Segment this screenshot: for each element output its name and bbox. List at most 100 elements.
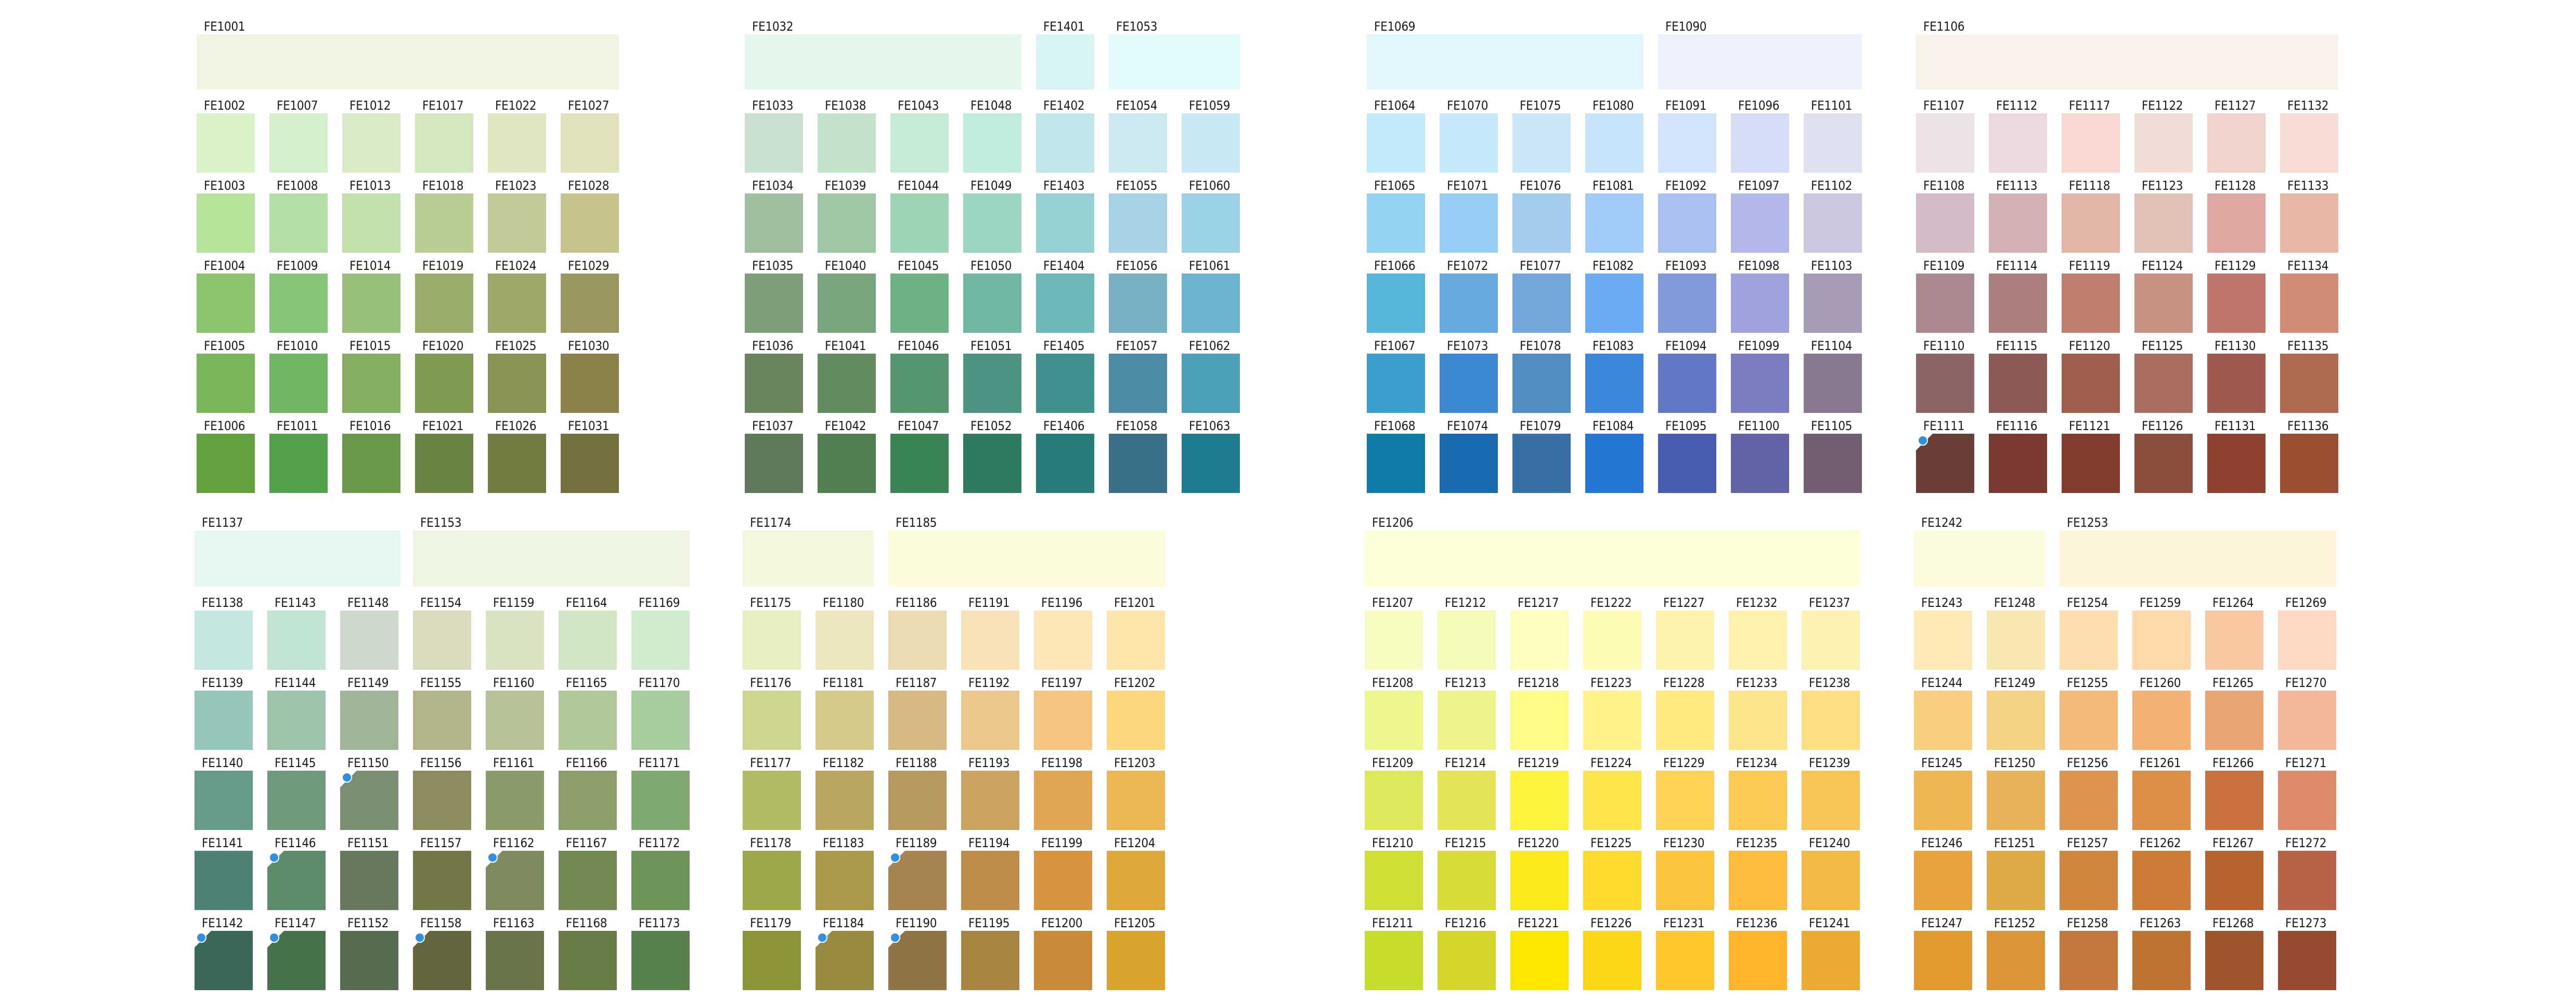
chip-code-label: FE1040 xyxy=(825,258,866,273)
color-chip-fe1220: FE1220 xyxy=(1510,835,1569,910)
color-chip-fe1034: FE1034 xyxy=(745,178,803,253)
color-chip-fe1146: FE1146 xyxy=(267,835,326,910)
color-chip-fe1217: FE1217 xyxy=(1510,595,1569,670)
color-chip-fe1157: FE1157 xyxy=(413,835,471,910)
chip-code-label: FE1047 xyxy=(898,419,939,433)
chip-code-label: FE1079 xyxy=(1520,419,1561,433)
color-swatch xyxy=(1510,931,1569,990)
color-swatch xyxy=(1365,931,1423,990)
chip-code-label: FE1268 xyxy=(2212,916,2254,930)
color-chip-fe1176: FE1176 xyxy=(743,675,801,750)
color-swatch xyxy=(743,691,801,750)
chip-code-label: FE1127 xyxy=(2215,98,2256,113)
color-chip-fe1068: FE1068 xyxy=(1367,418,1425,493)
color-chip-fe1128: FE1128 xyxy=(2207,178,2266,253)
chip-code-label: FE1037 xyxy=(752,419,794,433)
chip-code-label: FE1108 xyxy=(1923,178,1965,193)
chip-code-label: FE1053 xyxy=(1116,19,1158,34)
color-swatch xyxy=(1109,274,1167,333)
color-swatch xyxy=(1583,851,1641,910)
color-swatch xyxy=(415,113,473,173)
chip-code-label: FE1406 xyxy=(1043,419,1085,433)
color-chip-fe1079: FE1079 xyxy=(1512,418,1571,493)
color-chip-fe1228: FE1228 xyxy=(1656,675,1714,750)
chip-code-label: FE1102 xyxy=(1811,178,1853,193)
chip-code-label: FE1197 xyxy=(1041,676,1083,690)
color-chip-fe1271: FE1271 xyxy=(2278,755,2336,830)
chip-code-label: FE1214 xyxy=(1445,756,1486,770)
color-chip-fe1062: FE1062 xyxy=(1182,338,1240,413)
color-chip-fe1163: FE1163 xyxy=(486,915,544,990)
color-chip-fe1181: FE1181 xyxy=(815,675,874,750)
chip-code-label: FE1139 xyxy=(202,676,243,690)
chip-code-label: FE1270 xyxy=(2285,676,2327,690)
color-swatch xyxy=(2278,611,2336,670)
color-chip-fe1064: FE1064 xyxy=(1367,98,1425,173)
chip-code-label: FE1022 xyxy=(495,98,537,113)
color-swatch xyxy=(815,931,874,990)
color-swatch xyxy=(1802,691,1860,750)
color-swatch xyxy=(269,193,328,253)
color-swatch xyxy=(415,274,473,333)
color-chip-fe1075: FE1075 xyxy=(1512,98,1571,173)
chip-code-label: FE1166 xyxy=(566,756,607,770)
color-chip-fe1009: FE1009 xyxy=(269,258,328,333)
color-swatch xyxy=(888,771,947,830)
color-swatch xyxy=(2060,691,2118,750)
color-chip-fe1014: FE1014 xyxy=(342,258,400,333)
color-swatch xyxy=(1512,193,1571,253)
color-swatch xyxy=(1438,771,1496,830)
color-chip-fe1405: FE1405 xyxy=(1036,338,1094,413)
color-swatch xyxy=(1365,611,1423,670)
color-swatch xyxy=(2134,434,2193,493)
color-chip-fe1066: FE1066 xyxy=(1367,258,1425,333)
chip-code-label: FE1174 xyxy=(750,515,792,530)
color-chip-fe1205: FE1205 xyxy=(1107,915,1165,990)
color-swatch xyxy=(1989,274,2047,333)
color-chip-fe1201: FE1201 xyxy=(1107,595,1165,670)
color-swatch xyxy=(890,434,949,493)
color-swatch xyxy=(961,771,1019,830)
color-swatch xyxy=(340,691,398,750)
chip-code-label: FE1029 xyxy=(568,258,610,273)
color-swatch xyxy=(2280,354,2338,413)
color-swatch xyxy=(890,274,949,333)
wide-color-chip-fe1242: FE1242 xyxy=(1914,515,2045,587)
chip-code-label: FE1194 xyxy=(968,836,1010,850)
chip-code-label: FE1211 xyxy=(1372,916,1414,930)
chip-code-label: FE1015 xyxy=(349,339,391,353)
chip-code-label: FE1009 xyxy=(277,258,318,273)
color-swatch xyxy=(1916,34,2338,89)
color-swatch xyxy=(961,851,1019,910)
color-swatch xyxy=(888,691,947,750)
color-swatch xyxy=(413,530,690,587)
color-chip-fe1149: FE1149 xyxy=(340,675,398,750)
color-swatch xyxy=(815,691,874,750)
color-swatch xyxy=(2207,354,2266,413)
color-swatch xyxy=(1510,611,1569,670)
color-swatch xyxy=(815,771,874,830)
color-chip-fe1100: FE1100 xyxy=(1731,418,1789,493)
color-chip-fe1189: FE1189 xyxy=(888,835,947,910)
color-chip-fe1147: FE1147 xyxy=(267,915,326,990)
color-swatch xyxy=(1916,193,1974,253)
chip-code-label: FE1178 xyxy=(750,836,792,850)
color-chip-fe1184: FE1184 xyxy=(815,915,874,990)
color-swatch xyxy=(488,434,546,493)
chip-code-label: FE1012 xyxy=(349,98,391,113)
chip-code-label: FE1175 xyxy=(750,595,792,610)
color-chip-fe1191: FE1191 xyxy=(961,595,1019,670)
color-chip-fe1241: FE1241 xyxy=(1802,915,1860,990)
color-swatch xyxy=(2060,931,2118,990)
color-chip-fe1074: FE1074 xyxy=(1440,418,1498,493)
color-swatch xyxy=(267,691,326,750)
chip-code-label: FE1271 xyxy=(2285,756,2327,770)
chip-code-label: FE1171 xyxy=(639,756,680,770)
color-chip-fe1118: FE1118 xyxy=(2062,178,2120,253)
color-swatch xyxy=(267,851,326,910)
color-swatch xyxy=(1658,34,1862,89)
chip-code-label: FE1052 xyxy=(970,419,1012,433)
chip-code-label: FE1026 xyxy=(495,419,537,433)
chip-code-label: FE1222 xyxy=(1590,595,1632,610)
blue-dot-marker-icon xyxy=(269,852,279,863)
